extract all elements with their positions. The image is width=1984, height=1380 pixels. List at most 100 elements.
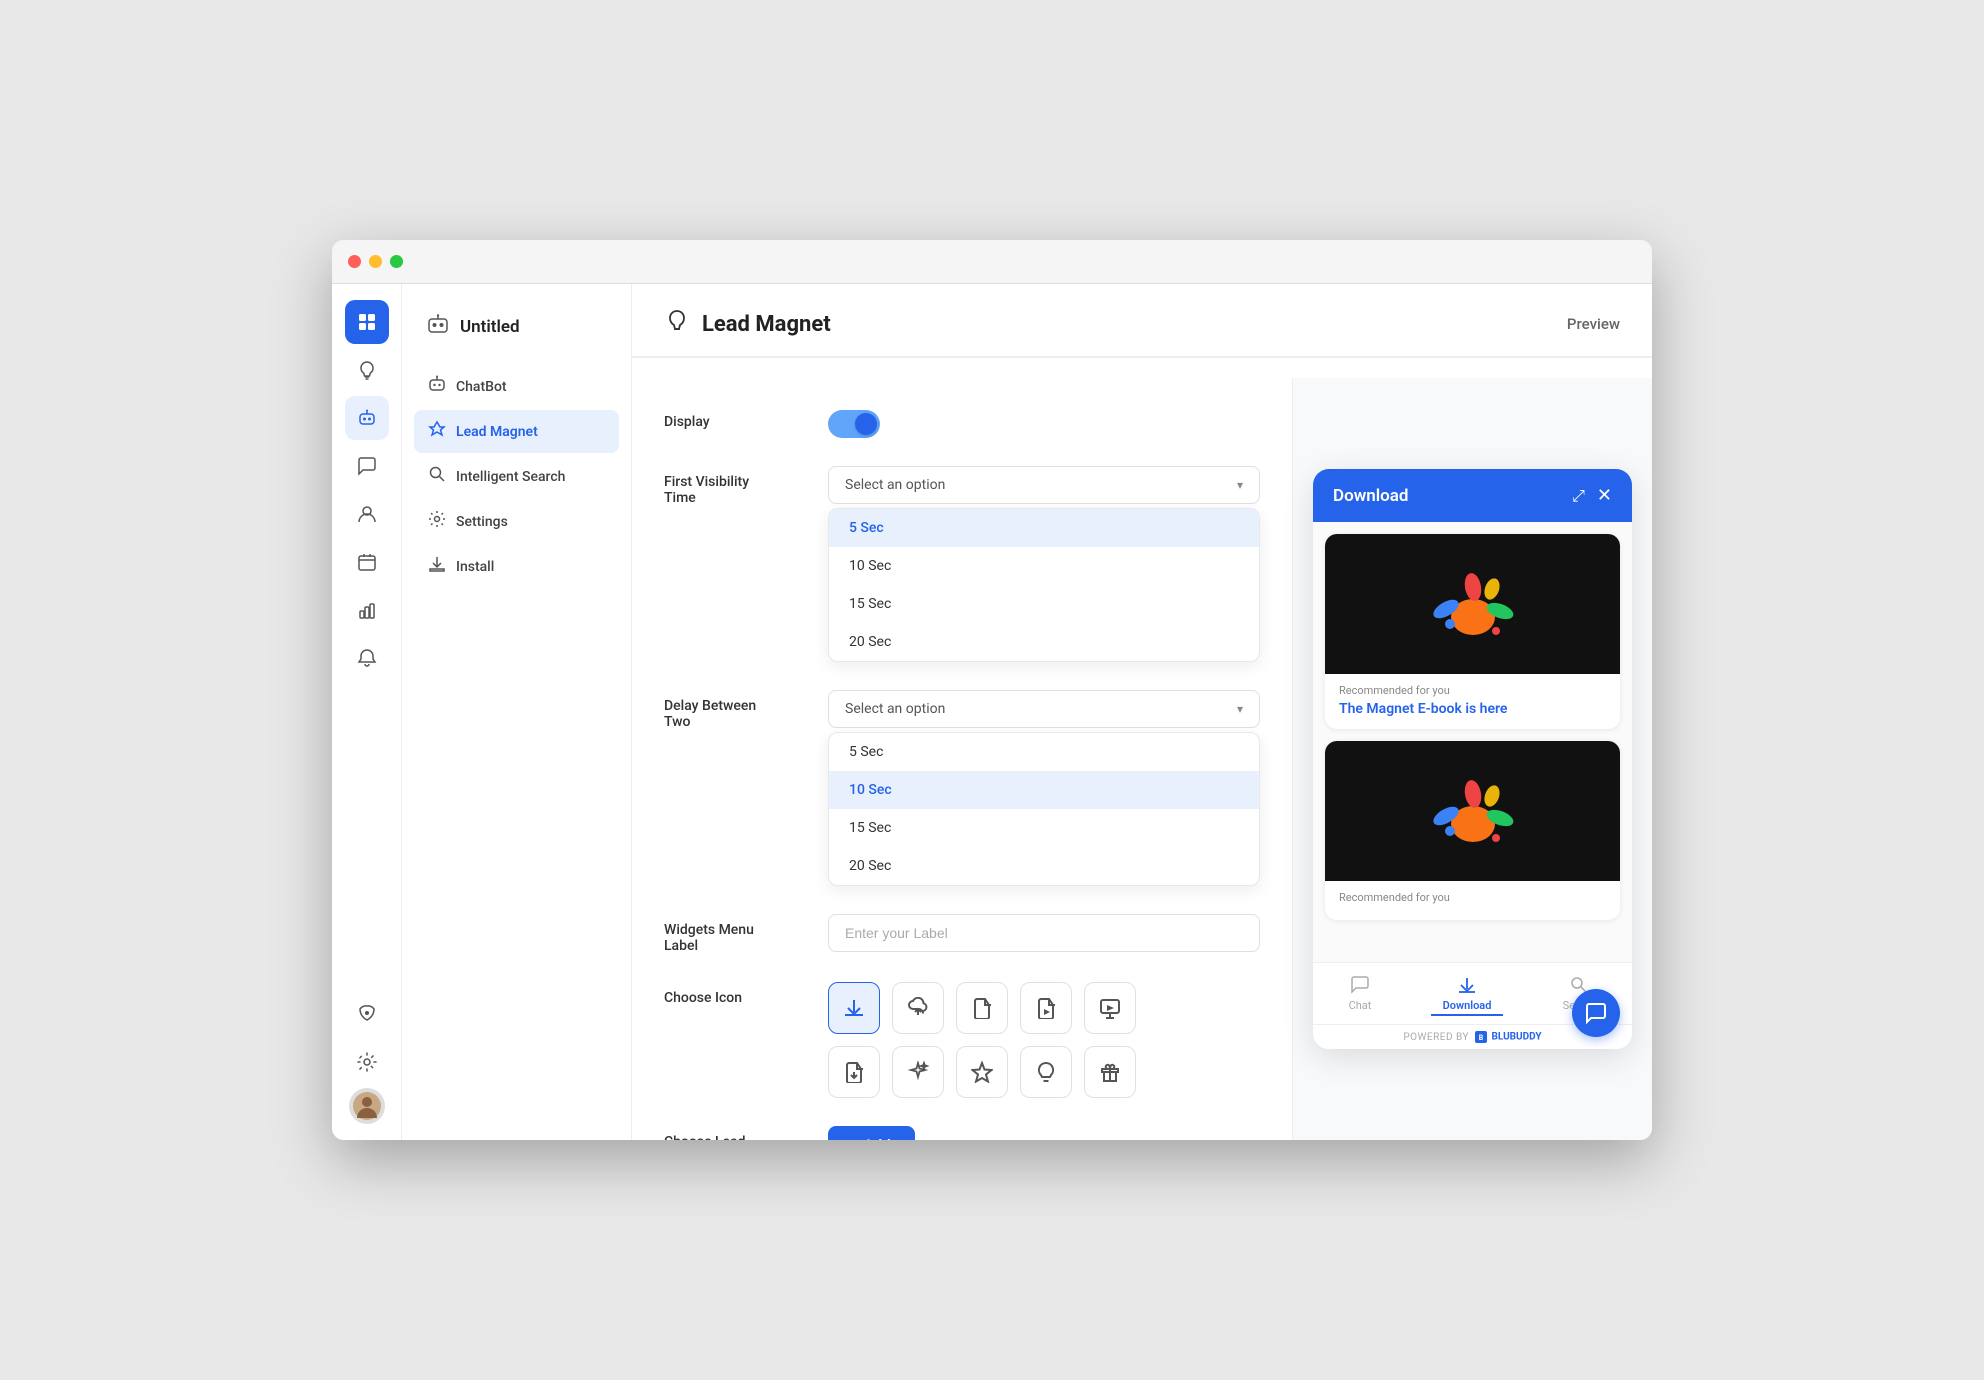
display-control bbox=[828, 406, 1260, 438]
nav-grid[interactable] bbox=[345, 300, 389, 344]
project-icon bbox=[426, 312, 450, 341]
lead-magnet-icon bbox=[428, 420, 446, 443]
delay-option-20sec[interactable]: 20 Sec bbox=[829, 847, 1259, 885]
widget-title: Download bbox=[1333, 486, 1408, 506]
choose-lead-button[interactable]: + Add bbox=[828, 1126, 915, 1140]
delay-between-dropdown: Select an option ▾ 5 Sec 10 Sec 15 Sec 2… bbox=[828, 690, 1260, 886]
icon-star[interactable] bbox=[956, 1046, 1008, 1098]
nav-chart[interactable] bbox=[345, 588, 389, 632]
icon-row-1 bbox=[828, 982, 1260, 1034]
chatbot-icon bbox=[428, 375, 446, 398]
fab-button[interactable] bbox=[1572, 989, 1620, 1037]
choose-lead-row: Choose Lead + Add bbox=[664, 1126, 1260, 1140]
option-20sec[interactable]: 20 Sec bbox=[829, 623, 1259, 661]
sidebar-item-install[interactable]: Install bbox=[414, 545, 619, 588]
nav-calendar[interactable] bbox=[345, 540, 389, 584]
sidebar-item-chatbot[interactable]: ChatBot bbox=[414, 365, 619, 408]
form-area: Display First Visibility Time Select an … bbox=[632, 378, 1292, 1140]
option-5sec[interactable]: 5 Sec bbox=[829, 509, 1259, 547]
main-header: Lead Magnet Preview bbox=[632, 284, 1652, 357]
first-visibility-menu: 5 Sec 10 Sec 15 Sec 20 Sec bbox=[828, 508, 1260, 662]
icon-bulb[interactable] bbox=[1020, 1046, 1072, 1098]
card-info-2: Recommended for you bbox=[1325, 881, 1620, 920]
delay-option-5sec[interactable]: 5 Sec bbox=[829, 733, 1259, 771]
choose-icon-control bbox=[828, 982, 1260, 1098]
tab-chat-label: Chat bbox=[1349, 999, 1372, 1012]
delay-between-trigger[interactable]: Select an option ▾ bbox=[828, 690, 1260, 728]
sidebar-item-settings[interactable]: Settings bbox=[414, 500, 619, 543]
settings-icon bbox=[428, 510, 446, 533]
sidebar: Untitled ChatBot bbox=[402, 284, 632, 1140]
icon-screen-play[interactable] bbox=[1084, 982, 1136, 1034]
widget-preview: Download ⤢ ✕ bbox=[1313, 469, 1632, 1049]
icon-doc-download[interactable] bbox=[828, 1046, 880, 1098]
widget-tab-chat[interactable]: Chat bbox=[1337, 973, 1384, 1016]
brand-logo: B BLUBUDDY bbox=[1475, 1031, 1542, 1043]
sidebar-header: Untitled bbox=[414, 304, 619, 349]
install-icon bbox=[428, 555, 446, 578]
user-avatar[interactable] bbox=[349, 1088, 385, 1124]
card-tag-1: Recommended for you bbox=[1339, 684, 1606, 697]
option-10sec[interactable]: 10 Sec bbox=[829, 547, 1259, 585]
widget-tab-download[interactable]: Download bbox=[1431, 973, 1504, 1016]
widget-header-actions: ⤢ ✕ bbox=[1572, 485, 1612, 506]
icon-upload-cloud[interactable] bbox=[892, 982, 944, 1034]
preview-panel: Download ⤢ ✕ bbox=[1292, 378, 1652, 1140]
card-title-1[interactable]: The Magnet E-book is here bbox=[1339, 701, 1606, 717]
main-content: Lead Magnet Preview Display bbox=[632, 284, 1652, 1140]
chevron-down-icon: ▾ bbox=[1237, 478, 1243, 492]
card-info-1: Recommended for you The Magnet E-book is… bbox=[1325, 674, 1620, 729]
icon-play-doc[interactable] bbox=[1020, 982, 1072, 1034]
display-toggle[interactable] bbox=[828, 410, 880, 438]
page-title: Lead Magnet bbox=[702, 312, 831, 337]
install-label: Install bbox=[456, 559, 494, 575]
choose-lead-label: Choose Lead bbox=[664, 1126, 804, 1140]
icon-document[interactable] bbox=[956, 982, 1008, 1034]
delay-between-placeholder: Select an option bbox=[845, 701, 945, 717]
nav-ideas[interactable] bbox=[345, 348, 389, 392]
nav-launch[interactable] bbox=[345, 992, 389, 1036]
widgets-menu-control bbox=[828, 914, 1260, 952]
page-title-row: Lead Magnet bbox=[664, 308, 831, 340]
chevron-down-icon-2: ▾ bbox=[1237, 702, 1243, 716]
nav-settings[interactable] bbox=[345, 1040, 389, 1084]
sidebar-item-lead-magnet[interactable]: Lead Magnet bbox=[414, 410, 619, 453]
card-image-2 bbox=[1325, 741, 1620, 881]
close-icon[interactable]: ✕ bbox=[1597, 485, 1612, 506]
display-label: Display bbox=[664, 406, 804, 430]
delay-option-15sec[interactable]: 15 Sec bbox=[829, 809, 1259, 847]
minimize-button[interactable] bbox=[369, 255, 382, 268]
icon-download[interactable] bbox=[828, 982, 880, 1034]
close-button[interactable] bbox=[348, 255, 361, 268]
first-visibility-dropdown: Select an option ▾ 5 Sec 10 Sec 15 Sec 2… bbox=[828, 466, 1260, 662]
sidebar-item-intelligent-search[interactable]: Intelligent Search bbox=[414, 455, 619, 498]
icon-sparkle[interactable] bbox=[892, 1046, 944, 1098]
choose-lead-control: + Add bbox=[828, 1126, 1260, 1140]
powered-by-label: POWERED BY bbox=[1403, 1032, 1469, 1043]
icon-bar bbox=[332, 284, 402, 1140]
expand-icon[interactable]: ⤢ bbox=[1572, 486, 1585, 506]
maximize-button[interactable] bbox=[390, 255, 403, 268]
card-image-1 bbox=[1325, 534, 1620, 674]
titlebar bbox=[332, 240, 1652, 284]
widget-card-2: Recommended for you bbox=[1325, 741, 1620, 920]
nav-messages[interactable] bbox=[345, 444, 389, 488]
icon-gift[interactable] bbox=[1084, 1046, 1136, 1098]
delay-between-menu: 5 Sec 10 Sec 15 Sec 20 Sec bbox=[828, 732, 1260, 886]
widget-body: Recommended for you The Magnet E-book is… bbox=[1313, 522, 1632, 962]
delay-option-10sec[interactable]: 10 Sec bbox=[829, 771, 1259, 809]
icon-row-2 bbox=[828, 1046, 1260, 1098]
nav-notifications[interactable] bbox=[345, 636, 389, 680]
intelligent-search-label: Intelligent Search bbox=[456, 469, 565, 485]
option-15sec[interactable]: 15 Sec bbox=[829, 585, 1259, 623]
delay-between-control: Select an option ▾ 5 Sec 10 Sec 15 Sec 2… bbox=[828, 690, 1260, 886]
nav-bot[interactable] bbox=[345, 396, 389, 440]
nav-user[interactable] bbox=[345, 492, 389, 536]
icon-grid bbox=[828, 982, 1260, 1098]
project-name: Untitled bbox=[460, 317, 520, 337]
widget-header: Download ⤢ ✕ bbox=[1313, 469, 1632, 522]
chatbot-label: ChatBot bbox=[456, 379, 507, 395]
delay-between-label: Delay Between Two bbox=[664, 690, 804, 730]
first-visibility-trigger[interactable]: Select an option ▾ bbox=[828, 466, 1260, 504]
widgets-menu-input[interactable] bbox=[828, 914, 1260, 952]
